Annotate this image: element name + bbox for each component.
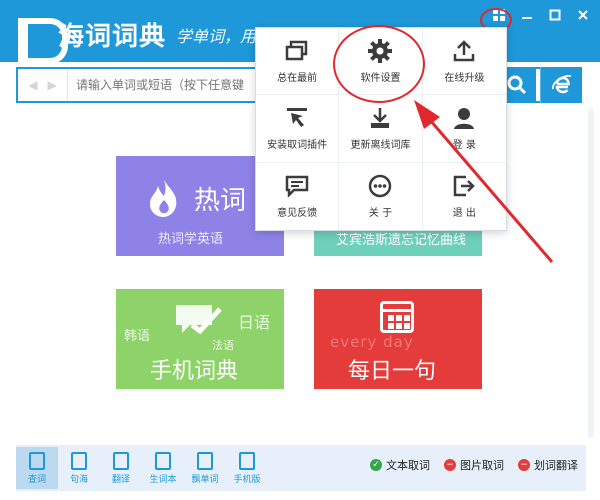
annotation-arrow — [414, 100, 554, 263]
app-window: 海词词典 学单词，用 ◀ ▶ 请输入单词或短语（按下任意键 总在最前 软件设置 … — [0, 0, 600, 500]
